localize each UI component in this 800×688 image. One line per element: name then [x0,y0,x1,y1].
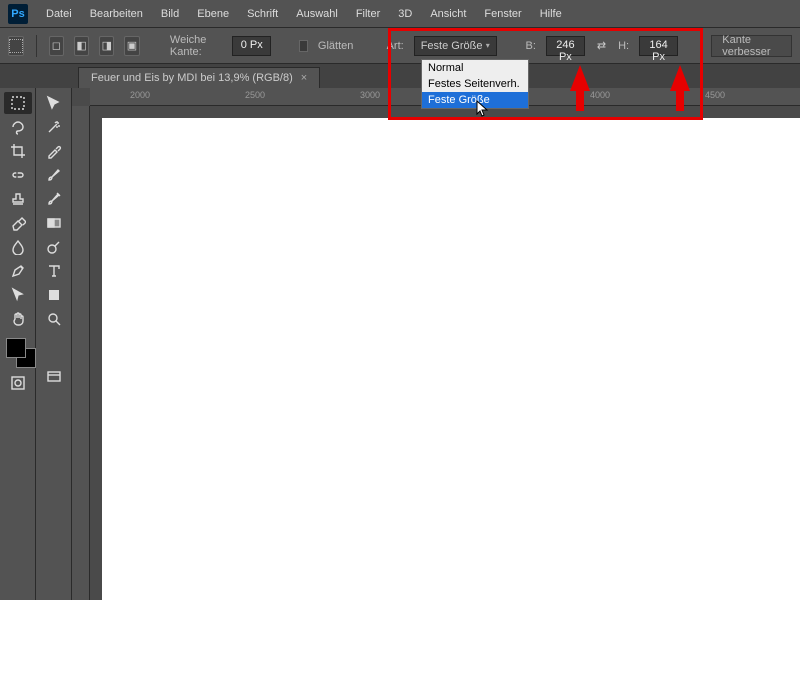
width-input[interactable]: 246 Px [546,36,585,56]
selection-intersect-icon[interactable]: ▣ [124,36,139,56]
menu-select[interactable]: Auswahl [296,8,338,20]
selection-new-icon[interactable]: ◻ [49,36,64,56]
feather-input[interactable]: 0 Px [232,36,271,56]
ruler-tick: 2000 [130,90,150,100]
color-swatches[interactable] [4,338,31,370]
menu-file[interactable]: Datei [46,8,72,20]
tool-blur[interactable] [4,236,32,258]
tool-dodge[interactable] [40,236,68,258]
tool-history-brush[interactable] [40,188,68,210]
document-tab-bar: Feuer und Eis by MDI bei 13,9% (RGB/8) × [0,64,800,88]
photoshop-window: Ps Datei Bearbeiten Bild Ebene Schrift A… [0,0,800,600]
tool-type[interactable] [40,260,68,282]
app-logo: Ps [8,4,28,24]
tool-zoom[interactable] [40,308,68,330]
ruler-tick: 2500 [245,90,265,100]
style-option-normal[interactable]: Normal [422,60,528,76]
tool-brush[interactable] [40,164,68,186]
width-label: B: [526,40,536,52]
ruler-tick: 4500 [705,90,725,100]
tool-quickmask[interactable] [4,372,32,394]
menu-edit[interactable]: Bearbeiten [90,8,143,20]
antialias-label: Glätten [318,40,353,52]
canvas-area: 2000 2500 3000 3500 4000 4500 [72,88,800,600]
refine-edge-button[interactable]: Kante verbesser [711,35,792,57]
tool-pen[interactable] [4,260,32,282]
document-tab-title: Feuer und Eis by MDI bei 13,9% (RGB/8) [91,72,293,84]
style-select-value: Feste Größe [421,40,483,52]
menu-image[interactable]: Bild [161,8,179,20]
style-label: Art: [387,40,404,52]
menu-view[interactable]: Ansicht [430,8,466,20]
foreground-swatch[interactable] [6,338,26,358]
tools-panel-left [0,88,36,600]
document-canvas[interactable] [102,118,800,688]
options-bar: ◻ ◧ ◨ ▣ Weiche Kante: 0 Px Glätten Art: … [0,28,800,64]
separator [36,35,37,57]
tool-screenmode[interactable] [40,366,68,388]
close-icon[interactable]: × [301,72,307,84]
document-tab[interactable]: Feuer und Eis by MDI bei 13,9% (RGB/8) × [78,67,320,88]
tool-stamp[interactable] [4,188,32,210]
menu-layer[interactable]: Ebene [197,8,229,20]
feather-label: Weiche Kante: [170,34,222,58]
menu-filter[interactable]: Filter [356,8,380,20]
workspace: 2000 2500 3000 3500 4000 4500 [0,88,800,600]
tool-marquee[interactable] [4,92,32,114]
tool-eyedropper[interactable] [40,140,68,162]
selection-add-icon[interactable]: ◧ [74,36,89,56]
menu-bar: Ps Datei Bearbeiten Bild Ebene Schrift A… [0,0,800,28]
style-option-fixed-ratio[interactable]: Festes Seitenverh. [422,76,528,92]
menu-type[interactable]: Schrift [247,8,278,20]
style-select[interactable]: Feste Größe ▾ [414,36,497,56]
tool-move[interactable] [40,92,68,114]
tool-hand[interactable] [4,308,32,330]
style-dropdown[interactable]: Normal Festes Seitenverh. Feste Größe [421,59,529,109]
menu-help[interactable]: Hilfe [540,8,562,20]
ruler-tick: 3000 [360,90,380,100]
ruler-tick: 4000 [590,90,610,100]
height-label: H: [618,40,629,52]
menu-3d[interactable]: 3D [398,8,412,20]
chevron-down-icon: ▾ [486,41,490,50]
tool-crop[interactable] [4,140,32,162]
marquee-preset-icon[interactable] [8,36,24,56]
tools-panel-right [36,88,72,600]
tool-path-select[interactable] [4,284,32,306]
tool-eraser[interactable] [4,212,32,234]
tool-lasso[interactable] [4,116,32,138]
tool-shape[interactable] [40,284,68,306]
height-input[interactable]: 164 Px [639,36,678,56]
tool-heal[interactable] [4,164,32,186]
swap-dimensions-icon[interactable]: ⇄ [595,37,608,55]
tool-gradient[interactable] [40,212,68,234]
tool-wand[interactable] [40,116,68,138]
style-option-fixed-size[interactable]: Feste Größe [422,92,528,108]
ruler-vertical[interactable] [72,106,90,600]
antialias-checkbox[interactable] [299,40,308,52]
menu-window[interactable]: Fenster [484,8,521,20]
selection-subtract-icon[interactable]: ◨ [99,36,114,56]
